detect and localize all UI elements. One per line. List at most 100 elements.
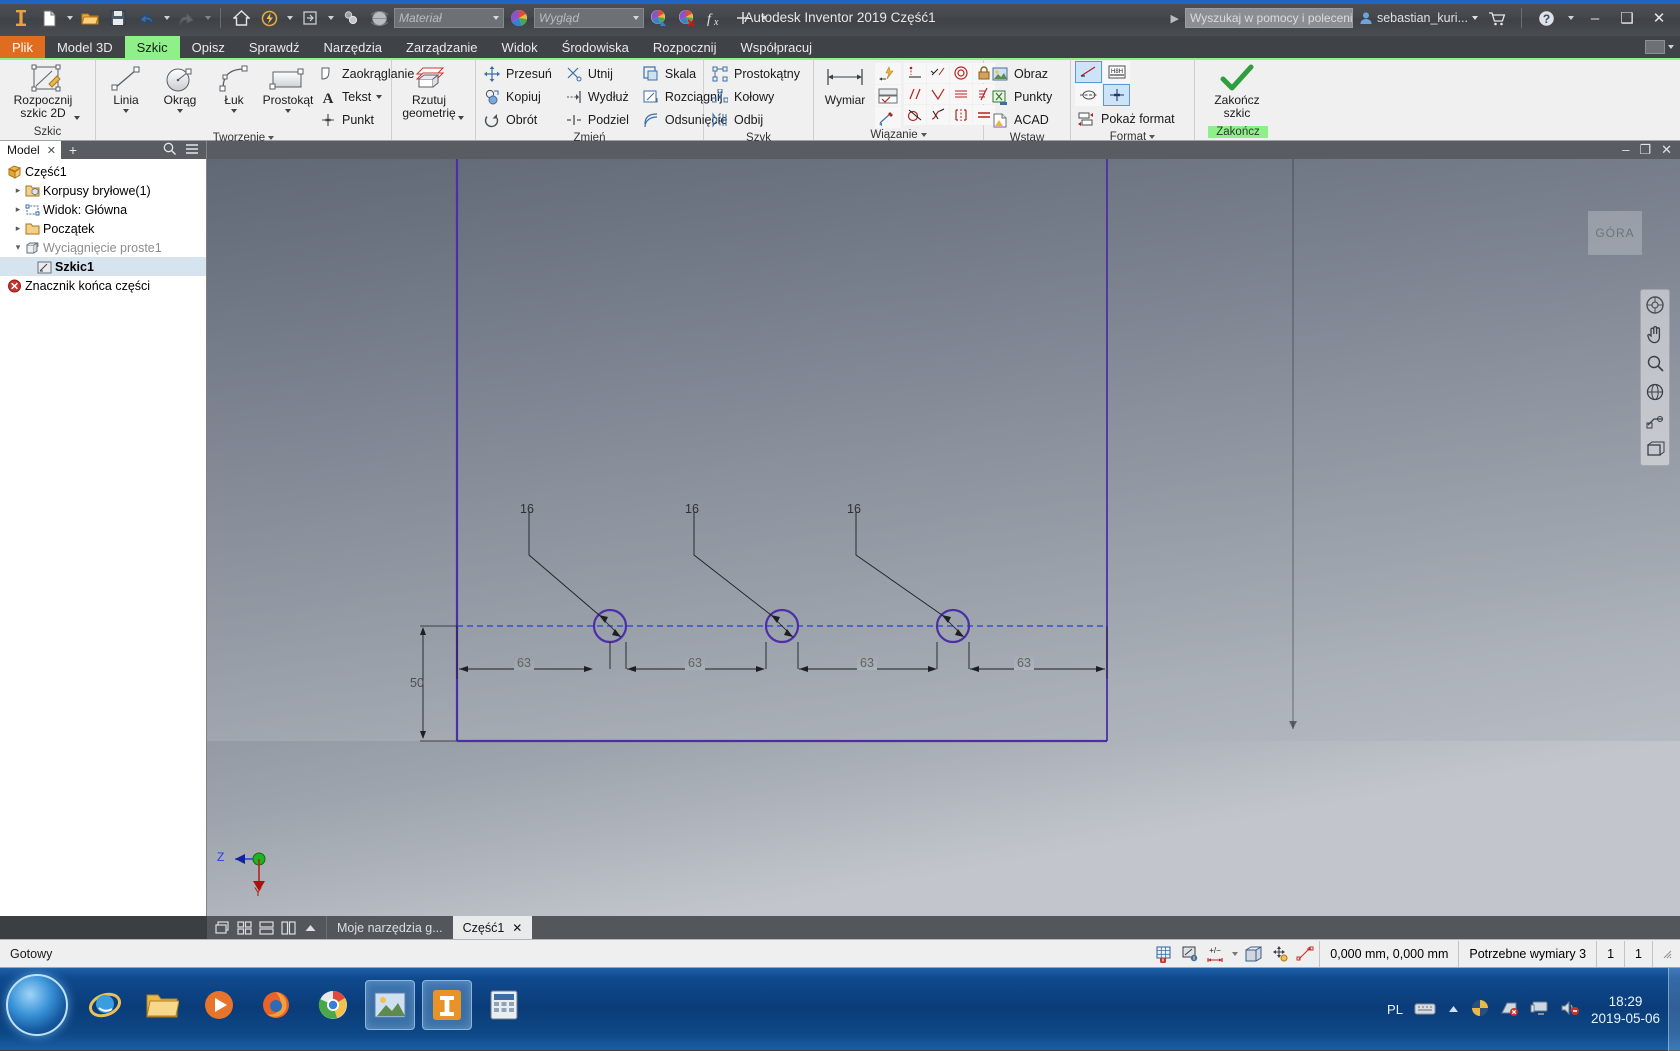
show-all-icon[interactable] (1643, 438, 1667, 462)
return-icon[interactable] (297, 5, 323, 31)
collinear-constraint-icon[interactable] (927, 63, 949, 83)
pan-hand-icon[interactable] (1643, 322, 1667, 346)
view-cube[interactable]: GÓRA (1588, 211, 1642, 255)
browser-tab-model[interactable]: Model ✕ (0, 141, 61, 159)
chevron-down-icon[interactable] (376, 95, 382, 99)
ribbon-tab-rozpocznij[interactable]: Rozpocznij (641, 36, 729, 58)
ribbon-tab-opisz[interactable]: Opisz (180, 36, 237, 58)
tile-windows-icon[interactable] (213, 919, 232, 936)
ribbon-tab-szkic[interactable]: Szkic (125, 36, 180, 58)
viewport-restore-button[interactable]: ❐ (1639, 144, 1651, 156)
construction-line-icon[interactable] (1075, 61, 1102, 83)
media-player-icon[interactable] (194, 980, 244, 1030)
new-file-icon[interactable] (36, 5, 62, 31)
show-constraints-icon[interactable] (875, 85, 901, 106)
material-combo[interactable]: Materiał (394, 8, 504, 28)
volume-muted-icon[interactable] (1560, 1000, 1580, 1019)
ribbon-tab-widok[interactable]: Widok (490, 36, 550, 58)
appearance-combo[interactable]: Wygląd (534, 8, 644, 28)
rectangular-pattern-button[interactable]: Prostokątny (708, 63, 806, 85)
chevron-right-icon[interactable]: ▸ (12, 204, 24, 216)
help-search-input[interactable]: Wyszukaj w pomocy i poleceniach (1185, 8, 1353, 28)
minimize-button[interactable]: – (1582, 5, 1608, 31)
diameter-dimension-3[interactable]: 16 (847, 502, 861, 516)
tree-node-widok-glowna[interactable]: ▸ Widok: Główna (0, 200, 206, 219)
extend-button[interactable]: Wydłuż (562, 86, 635, 108)
auto-dimension-icon[interactable] (875, 63, 901, 84)
maximize-button[interactable]: ❑ (1614, 5, 1640, 31)
chevron-right-icon[interactable]: ▸ (12, 185, 24, 197)
parameters-fx-icon[interactable]: fx (702, 5, 728, 31)
update-dropdown-icon[interactable] (284, 5, 295, 31)
ribbon-tab-zarzadzanie[interactable]: Zarządzanie (394, 36, 490, 58)
account-menu[interactable]: sebastian_kuri... (1359, 11, 1478, 25)
chevron-down-icon[interactable] (458, 116, 464, 120)
arc-button[interactable]: Łuk (208, 61, 260, 116)
sketch-canvas[interactable]: 16 16 16 63 63 63 63 50 Z Y GÓRA (207, 159, 1680, 916)
network-icon[interactable] (1500, 1000, 1519, 1019)
tangent-constraint-icon[interactable] (904, 105, 926, 125)
line-button[interactable]: Linia (100, 61, 152, 116)
document-tab-moje-narzedzia[interactable]: Moje narzędzia g... (327, 916, 453, 939)
tree-node-szkic1[interactable]: Szkic1 (0, 257, 206, 276)
look-at-icon[interactable] (1643, 409, 1667, 433)
show-desktop-button[interactable] (1668, 968, 1680, 1051)
customize-icon[interactable] (758, 5, 769, 31)
chevron-down-icon[interactable] (123, 109, 129, 113)
ribbon-tab-sprawdz[interactable]: Sprawdź (237, 36, 312, 58)
vertical-split-icon[interactable] (279, 919, 298, 936)
add-icon[interactable] (730, 5, 756, 31)
update-icon[interactable] (256, 5, 282, 31)
calculator-icon[interactable] (479, 980, 529, 1030)
browser-add-tab[interactable]: + (61, 141, 85, 159)
undo-dropdown-icon[interactable] (161, 5, 172, 31)
dimension-button[interactable]: Wymiar (818, 61, 872, 110)
show-format-button[interactable]: Pokaż format (1075, 108, 1181, 130)
view-tools-icon[interactable] (1241, 943, 1267, 965)
horizontal-constraint-icon[interactable] (950, 84, 972, 104)
document-tab-czesc1[interactable]: Część1 ✕ (453, 916, 533, 939)
acad-button[interactable]: ACAD (988, 109, 1058, 131)
constraint-settings-icon[interactable] (875, 107, 901, 128)
zoom-icon[interactable] (1643, 351, 1667, 375)
linear-dimension-3[interactable]: 63 (857, 656, 877, 670)
snap-grid-icon[interactable] (1151, 943, 1177, 965)
linear-dimension-2[interactable]: 63 (685, 656, 705, 670)
select-icon[interactable] (338, 5, 364, 31)
internet-explorer-icon[interactable] (80, 980, 130, 1030)
return-dropdown-icon[interactable] (325, 5, 336, 31)
diameter-dimension-2[interactable]: 16 (685, 502, 699, 516)
ribbon-tab-narzedzia[interactable]: Narzędzia (311, 36, 394, 58)
keyboard-icon[interactable] (1414, 1001, 1436, 1019)
dimension-display-icon[interactable]: +/− (1203, 943, 1229, 965)
trim-button[interactable]: Utnij (562, 63, 635, 85)
expand-search-icon[interactable]: ▶ (1171, 12, 1179, 25)
shopping-cart-icon[interactable] (1484, 5, 1510, 31)
chevron-down-icon[interactable] (74, 116, 80, 120)
rotate-button[interactable]: Obrót (480, 109, 558, 131)
tree-node-czesc1[interactable]: Część1 (0, 162, 206, 181)
photo-viewer-icon[interactable] (365, 980, 415, 1030)
chevron-down-icon[interactable]: ▾ (12, 242, 24, 254)
ribbon-tab-wspolpracuj[interactable]: Współpracuj (728, 36, 824, 58)
firefox-icon[interactable] (251, 980, 301, 1030)
tree-node-korpusy-brylowe[interactable]: ▸ Korpusy bryłowe(1) (0, 181, 206, 200)
grid-windows-icon[interactable] (235, 919, 254, 936)
close-icon[interactable]: ✕ (47, 144, 56, 157)
chevron-down-icon[interactable] (285, 109, 291, 113)
chevron-right-icon[interactable]: ▸ (12, 223, 24, 235)
chrome-icon[interactable] (308, 980, 358, 1030)
linear-dimension-4[interactable]: 63 (1014, 656, 1034, 670)
tree-node-poczatek[interactable]: ▸ Początek (0, 219, 206, 238)
driven-dimension-icon[interactable]: H8H (1103, 61, 1130, 83)
chevron-down-icon[interactable] (231, 109, 237, 113)
material-palette-icon[interactable] (506, 5, 532, 31)
clear-appearance-icon[interactable] (674, 5, 700, 31)
move-button[interactable]: Przesuń (480, 63, 558, 85)
dof-icon[interactable] (1293, 943, 1319, 965)
orbit-icon[interactable] (1643, 380, 1667, 404)
mirror-button[interactable]: Odbij (708, 109, 806, 131)
vertical-dimension-50[interactable]: 50 (410, 676, 424, 690)
split-button[interactable]: Podziel (562, 109, 635, 131)
rectangle-button[interactable]: Prostokąt (262, 61, 314, 116)
